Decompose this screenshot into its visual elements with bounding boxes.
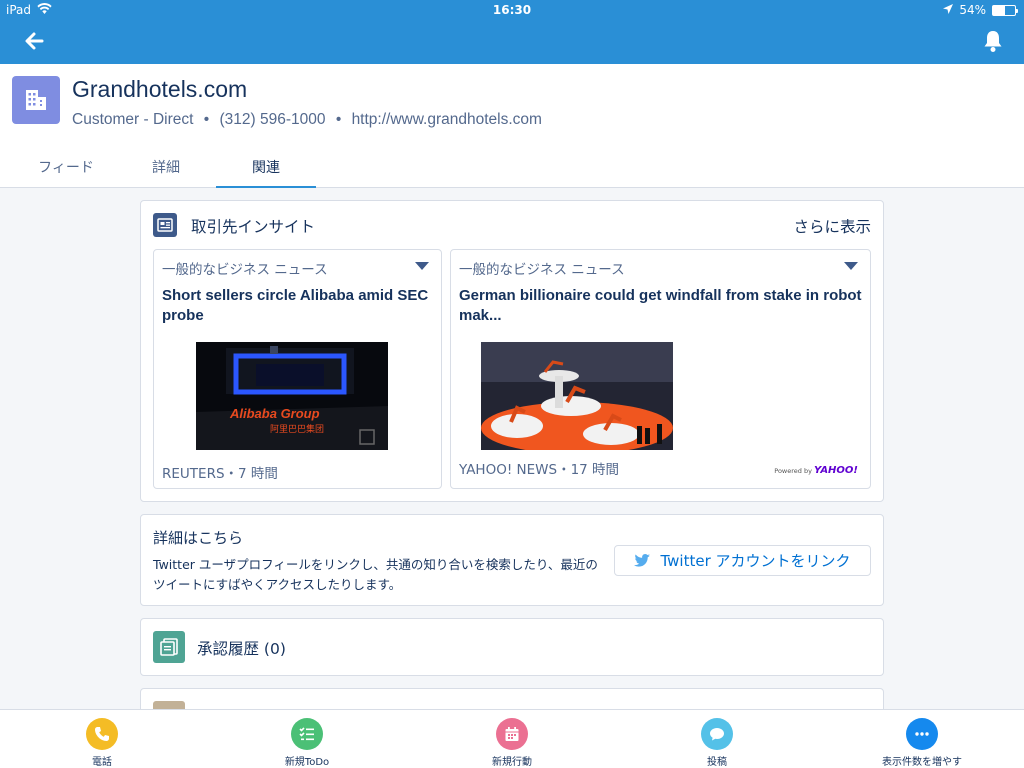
news-image: Alibaba Group 阿里巴巴集团 bbox=[196, 342, 388, 450]
battery-icon bbox=[992, 4, 1018, 16]
approval-history-title: 承認履歴 (0) bbox=[197, 640, 286, 658]
post-action[interactable]: 投稿 bbox=[657, 718, 777, 768]
new-event-action[interactable]: 新規行動 bbox=[452, 718, 572, 768]
status-right: 54% bbox=[943, 3, 1018, 17]
news-image-subtext: 阿里巴巴集团 bbox=[270, 425, 325, 435]
status-time: 16:30 bbox=[492, 3, 532, 17]
account-website[interactable]: http://www.grandhotels.com bbox=[352, 111, 542, 128]
powered-label: Powered by bbox=[774, 467, 812, 475]
news-icon bbox=[153, 213, 177, 237]
battery-percent: 54% bbox=[959, 3, 986, 17]
link-twitter-button[interactable]: Twitter アカウントをリンク bbox=[614, 545, 871, 576]
new-event-label: 新規行動 bbox=[492, 757, 532, 768]
more-icon bbox=[906, 718, 938, 750]
new-task-action[interactable]: 新規ToDo bbox=[247, 718, 367, 768]
call-label: 電話 bbox=[92, 757, 112, 768]
account-name: Grandhotels.com bbox=[72, 76, 248, 102]
separator: • bbox=[203, 111, 210, 128]
post-icon bbox=[701, 718, 733, 750]
notifications-button[interactable] bbox=[982, 29, 1004, 53]
news-category: 一般的なビジネス ニュース bbox=[162, 262, 328, 278]
news-headline: German billionaire could get windfall fr… bbox=[459, 287, 862, 324]
approval-history-card[interactable]: 承認履歴 (0) bbox=[140, 618, 884, 676]
task-icon bbox=[291, 718, 323, 750]
more-actions-label: 表示件数を増やす bbox=[882, 757, 962, 768]
news-article[interactable]: 一般的なビジネス ニュース German billionaire could g… bbox=[450, 249, 871, 489]
more-actions[interactable]: 表示件数を増やす bbox=[862, 718, 982, 768]
phone-icon bbox=[86, 718, 118, 750]
news-source: YAHOO! NEWS・17 時間 bbox=[459, 462, 620, 478]
navigation-bar: iPad 16:30 54% bbox=[0, 0, 1024, 64]
news-source: REUTERS・7 時間 bbox=[162, 466, 278, 482]
new-task-label: 新規ToDo bbox=[284, 757, 330, 768]
action-bar: 電話 新規ToDo 新規行動 投稿 表示件数を増やす bbox=[0, 709, 1024, 768]
account-insights-card: 取引先インサイト さらに表示 一般的なビジネス ニュース Short selle… bbox=[140, 200, 884, 502]
chevron-down-icon[interactable] bbox=[415, 262, 429, 270]
news-image-text: Alibaba Group bbox=[230, 406, 320, 421]
location-arrow-icon bbox=[943, 3, 954, 17]
call-action[interactable]: 電話 bbox=[42, 718, 162, 768]
calendar-icon bbox=[496, 718, 528, 750]
news-headline: Short sellers circle Alibaba amid SEC pr… bbox=[162, 287, 429, 324]
status-bar: iPad 16:30 54% bbox=[0, 0, 1024, 20]
post-label: 投稿 bbox=[707, 757, 727, 768]
tab-details[interactable]: 詳細 bbox=[116, 152, 216, 188]
news-article[interactable]: 一般的なビジネス ニュース Short sellers circle Aliba… bbox=[153, 249, 442, 489]
account-icon bbox=[12, 76, 60, 124]
twitter-description: Twitter ユーザプロフィールをリンクし、共通の知り合いを検索したり、最近の… bbox=[153, 557, 598, 592]
separator: • bbox=[335, 111, 342, 128]
back-button[interactable] bbox=[22, 29, 46, 53]
tab-related[interactable]: 関連 bbox=[216, 152, 316, 188]
twitter-card-title: 詳細はこちら bbox=[153, 529, 244, 547]
news-image bbox=[481, 342, 673, 450]
show-more-link[interactable]: さらに表示 bbox=[793, 215, 871, 237]
card-title: 取引先インサイト bbox=[191, 218, 316, 236]
twitter-bird-icon bbox=[634, 554, 651, 567]
powered-by-yahoo: Powered by YAHOO! bbox=[774, 465, 858, 476]
tab-feed[interactable]: フィード bbox=[16, 152, 116, 188]
record-tabs: フィード 詳細 関連 bbox=[0, 152, 1024, 188]
account-details: Customer - Direct • (312) 596-1000 • htt… bbox=[72, 111, 542, 129]
yahoo-logo: YAHOO! bbox=[814, 465, 858, 476]
chevron-down-icon[interactable] bbox=[844, 262, 858, 270]
twitter-card: 詳細はこちら Twitter ユーザプロフィールをリンクし、共通の知り合いを検索… bbox=[140, 514, 884, 606]
approval-icon bbox=[153, 631, 185, 663]
news-category: 一般的なビジネス ニュース bbox=[459, 262, 625, 278]
arrow-left-icon bbox=[25, 32, 44, 50]
record-header: Grandhotels.com Customer - Direct • (312… bbox=[0, 64, 1024, 188]
bell-icon bbox=[984, 31, 1002, 52]
link-twitter-label: Twitter アカウントをリンク bbox=[660, 552, 851, 570]
account-phone[interactable]: (312) 596-1000 bbox=[220, 111, 326, 128]
building-icon bbox=[26, 90, 46, 110]
account-type: Customer - Direct bbox=[72, 111, 194, 128]
